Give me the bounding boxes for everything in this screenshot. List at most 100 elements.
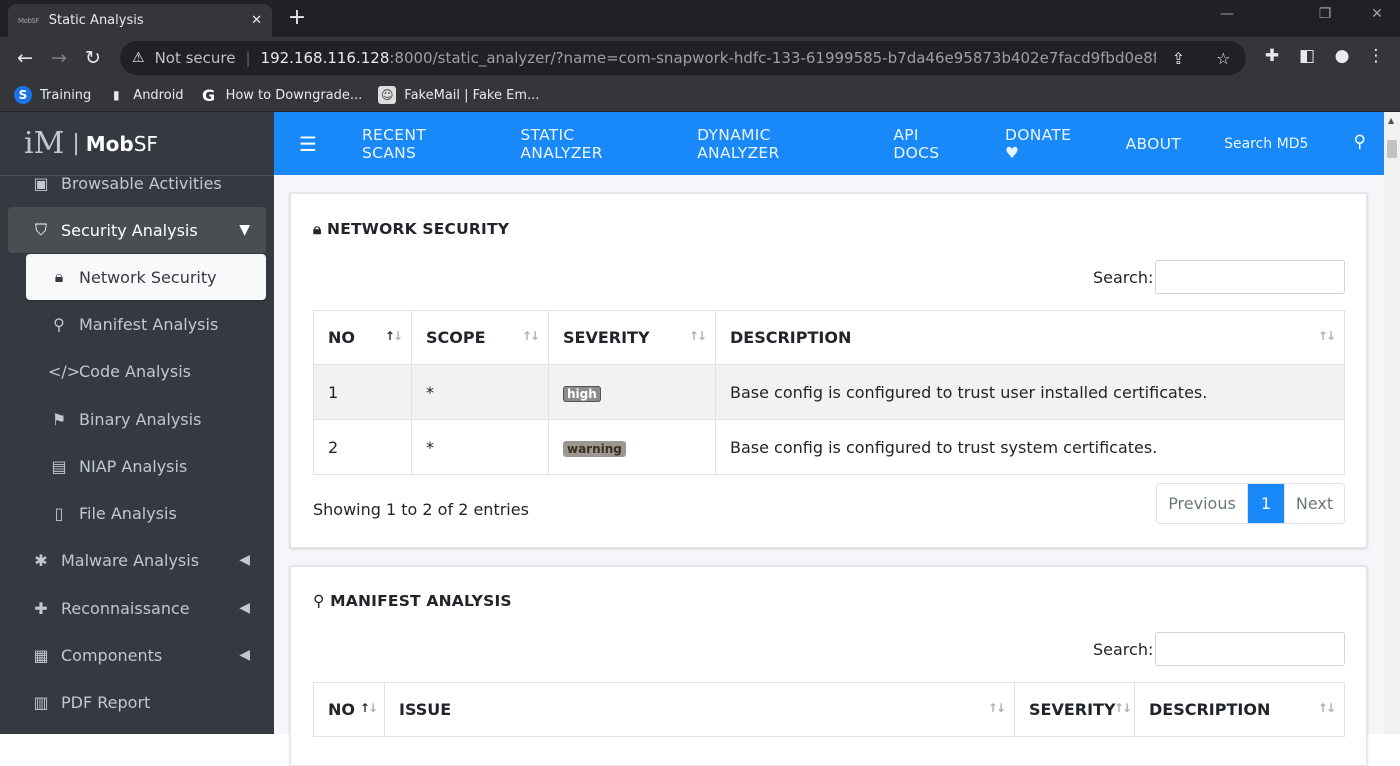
sort-icon: ↑↓ <box>987 701 1006 715</box>
grid-icon: ▦ <box>33 645 49 665</box>
manifest-analysis-table: NO ↑↓ ISSUE ↑↓ SEVERITY ↑↓ DESCRIPTION ↑↓ <box>313 682 1345 737</box>
cell-description: Base config is configured to trust user … <box>715 364 1345 420</box>
id-card-icon: ▤ <box>51 456 67 476</box>
cell-no: 1 <box>313 364 412 420</box>
sort-icon: ↑↓ <box>521 329 540 343</box>
scroll-up-icon[interactable]: ▲ <box>1388 116 1394 125</box>
search-label: Search: <box>1093 268 1154 287</box>
column-header-description[interactable]: DESCRIPTION ↑↓ <box>715 310 1345 365</box>
sidebar-item-components[interactable]: ▦ Components ◀ <box>8 632 266 678</box>
url-path: :8000/static_analyzer/?name=com-snapwork… <box>389 49 1246 67</box>
reload-icon[interactable]: ↻ <box>76 41 110 75</box>
tab-close-icon[interactable]: ✕ <box>251 13 262 28</box>
fakemail-bookmark-icon: ☺ <box>378 86 397 104</box>
security-status: Not secure <box>154 49 236 67</box>
sidebar-item-network-security[interactable]: 🔒︎ Network Security <box>26 254 266 300</box>
column-header-issue[interactable]: ISSUE ↑↓ <box>384 682 1015 737</box>
profile-avatar-icon[interactable]: ● <box>1330 46 1354 66</box>
column-header-severity[interactable]: SEVERITY ↑↓ <box>548 310 716 365</box>
sidebar-item-file-analysis[interactable]: ▯ File Analysis <box>26 490 266 536</box>
column-header-scope[interactable]: SCOPE ↑↓ <box>411 310 549 365</box>
sidebar-item-label: PDF Report <box>61 692 151 712</box>
chevron-left-icon: ◀ <box>239 552 250 568</box>
address-bar[interactable]: ⚠ Not secure | 192.168.116.128:8000/stat… <box>120 41 1246 75</box>
sidebar-item-reconnaissance[interactable]: ✚ Reconnaissance ◀ <box>8 585 266 631</box>
hamburger-menu-icon[interactable]: ☰ <box>274 132 342 156</box>
search-icon[interactable]: ⚲ <box>1354 132 1366 152</box>
plus-icon: ✚ <box>34 598 48 618</box>
side-panel-icon[interactable]: ◧ <box>1295 46 1319 66</box>
nav-recent-scans[interactable]: RECENT SCANS <box>362 126 485 162</box>
search-icon: ⚲ <box>313 592 331 610</box>
flag-icon: ⚑ <box>51 409 67 429</box>
browser-tab[interactable]: MobSF Static Analysis ✕ <box>8 4 272 37</box>
android-bookmark-icon: ▮ <box>112 88 120 102</box>
nav-api-docs[interactable]: API DOCS <box>893 126 970 162</box>
forward-arrow-icon[interactable]: → <box>42 41 76 75</box>
section-title: ⚲ MANIFEST ANALYSIS <box>313 592 512 610</box>
sort-icon: ↑↓ <box>1317 701 1336 715</box>
back-arrow-icon[interactable]: ← <box>8 41 42 75</box>
brand-name: MobSF <box>85 131 158 156</box>
column-header-no[interactable]: NO ↑↓ <box>313 682 385 737</box>
sidebar-item-niap-analysis[interactable]: ▤ NIAP Analysis <box>26 443 266 489</box>
sidebar-item-label: NIAP Analysis <box>79 456 188 476</box>
bookmark-downgrade[interactable]: G How to Downgrade... <box>200 86 362 105</box>
sidebar-item-manifest-analysis[interactable]: ⚲ Manifest Analysis <box>26 301 266 347</box>
sidebar-item-label: Components <box>61 645 163 665</box>
network-security-search-input[interactable] <box>1155 260 1345 294</box>
table-row: 2 * warning Base config is configured to… <box>313 419 1345 475</box>
share-icon[interactable]: ⇪ <box>1172 49 1185 68</box>
nav-static-analyzer[interactable]: STATIC ANALYZER <box>520 126 662 162</box>
cell-scope: * <box>411 419 549 475</box>
browser-tab-strip: MobSF Static Analysis ✕ + — ❐ ✕ <box>0 0 1400 37</box>
menu-kebab-icon[interactable]: ⋮ <box>1364 46 1388 66</box>
severity-badge: warning <box>563 440 626 457</box>
nav-dynamic-analyzer[interactable]: DYNAMIC ANALYZER <box>697 126 858 162</box>
omnibox-separator: | <box>245 49 251 67</box>
omnibox-actions: ⇪ ☆ <box>1156 41 1246 75</box>
bookmark-training[interactable]: S Training <box>14 86 91 104</box>
bookmark-label: Training <box>40 87 92 103</box>
minimize-icon[interactable]: — <box>1212 6 1242 22</box>
column-header-description[interactable]: DESCRIPTION ↑↓ <box>1134 682 1345 737</box>
nav-about[interactable]: ABOUT <box>1126 135 1181 153</box>
sidebar-item-label: Security Analysis <box>61 220 198 240</box>
bookmarks-bar: S Training ▮ Android G How to Downgrade.… <box>0 79 1400 112</box>
chevron-down-icon: ▼ <box>239 222 250 238</box>
manifest-search-input[interactable] <box>1155 632 1345 666</box>
browser-toolbar: ← → ↻ ⚠ Not secure | 192.168.116.128:800… <box>0 37 1400 79</box>
sidebar-item-malware-analysis[interactable]: ✱ Malware Analysis ◀ <box>8 537 266 583</box>
cell-severity: warning <box>548 419 716 475</box>
sidebar-item-binary-analysis[interactable]: ⚑ Binary Analysis <box>26 396 266 442</box>
sidebar-item-browsable-activities[interactable]: ▣ Browsable Activities <box>8 160 266 206</box>
nav-donate[interactable]: DONATE ♥ <box>1005 126 1091 162</box>
page-1-button[interactable]: 1 <box>1248 484 1285 523</box>
bookmark-star-icon[interactable]: ☆ <box>1216 49 1230 68</box>
section-title: 🔒︎ NETWORK SECURITY <box>313 220 510 238</box>
sidebar-item-pdf-report[interactable]: ▥ PDF Report <box>8 679 266 725</box>
scrollbar-thumb[interactable] <box>1387 140 1397 158</box>
bookmark-android[interactable]: ▮ Android <box>107 86 184 104</box>
extensions-puzzle-icon[interactable]: ✚ <box>1260 46 1284 66</box>
cell-description: Base config is configured to trust syste… <box>715 419 1345 475</box>
sidebar-item-label: File Analysis <box>79 503 177 523</box>
pdf-icon: ▥ <box>33 692 49 712</box>
sidebar-item-security-analysis[interactable]: ⛉ Security Analysis ▼ <box>8 207 266 253</box>
sidebar-item-code-analysis[interactable]: </> Code Analysis <box>26 348 266 394</box>
file-icon: ▯ <box>54 503 64 523</box>
previous-page-button[interactable]: Previous <box>1157 484 1248 523</box>
column-header-severity[interactable]: SEVERITY ↑↓ <box>1014 682 1135 737</box>
cell-scope: * <box>411 364 549 420</box>
column-header-no[interactable]: NO ↑↓ <box>313 310 412 365</box>
next-page-button[interactable]: Next <box>1285 484 1344 523</box>
sort-icon: ↑↓ <box>688 329 707 343</box>
restore-icon[interactable]: ❐ <box>1310 6 1340 22</box>
page-scrollbar[interactable]: ▲ <box>1384 112 1400 734</box>
bookmark-fakemail[interactable]: ☺ FakeMail | Fake Em... <box>378 86 539 104</box>
mobsf-logo-icon: iM <box>24 126 65 161</box>
pagination: Previous 1 Next <box>1156 483 1345 524</box>
window-close-icon[interactable]: ✕ <box>1362 6 1392 22</box>
new-tab-button[interactable]: + <box>285 5 309 31</box>
search-label: Search: <box>1093 640 1154 659</box>
